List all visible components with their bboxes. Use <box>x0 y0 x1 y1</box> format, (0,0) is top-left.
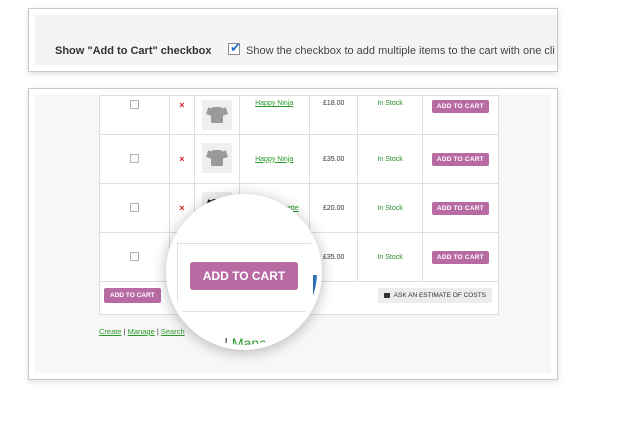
add-to-cart-button[interactable]: ADD TO CART <box>431 152 489 166</box>
product-price: £18.00 <box>322 100 345 107</box>
ask-estimate-button[interactable]: ASK AN ESTIMATE OF COSTS <box>377 288 492 303</box>
footer-links: Create | Manage | Search <box>99 327 185 336</box>
table-row: × Happy Ninja £35.00 In Stock ADD TO CAR… <box>98 134 500 184</box>
add-to-cart-button[interactable]: ADD TO CART <box>431 100 489 113</box>
product-price: £20.00 <box>322 204 345 212</box>
manage-link[interactable]: Manage <box>128 327 155 336</box>
add-selected-to-cart-button[interactable]: ADD TO CART <box>104 288 161 303</box>
row-checkbox[interactable] <box>130 153 140 163</box>
remove-icon[interactable]: × <box>179 203 184 213</box>
ask-estimate-label: ASK AN ESTIMATE OF COSTS <box>393 292 486 299</box>
add-to-cart-button[interactable]: ADD TO CART <box>431 250 489 264</box>
product-link[interactable]: Happy Ninja <box>255 100 293 107</box>
row-checkbox[interactable] <box>130 251 140 261</box>
stock-status: In Stock <box>377 253 403 261</box>
product-price: £35.00 <box>322 253 345 261</box>
create-link[interactable]: Create <box>99 327 122 336</box>
checkmark-icon: ✔ <box>230 40 241 55</box>
show-add-to-cart-checkbox[interactable]: ✔ <box>228 40 241 55</box>
settings-panel: Show "Add to Cart" checkbox ✔ Show the c… <box>28 8 558 72</box>
setting-description: Show the checkbox to add multiple items … <box>246 45 555 57</box>
setting-label: Show "Add to Cart" checkbox <box>55 45 212 57</box>
row-checkbox[interactable] <box>130 202 140 212</box>
add-to-cart-button[interactable]: ADD TO CART <box>431 201 489 215</box>
product-thumbnail <box>201 100 232 130</box>
magnified-edge <box>313 275 317 295</box>
magnified-grid-line <box>171 243 317 244</box>
magnified-grid-line <box>171 311 317 312</box>
magnified-grid-line <box>177 199 178 305</box>
settings-panel-inner: Show "Add to Cart" checkbox ✔ Show the c… <box>35 15 557 65</box>
stock-status: In Stock <box>377 204 403 212</box>
search-link[interactable]: Search <box>161 327 185 336</box>
magnified-add-to-cart-button[interactable]: ADD TO CART <box>190 262 298 290</box>
product-price: £35.00 <box>322 155 345 163</box>
remove-icon[interactable]: × <box>179 154 184 164</box>
stock-status: In Stock <box>377 155 403 163</box>
remove-icon[interactable]: × <box>179 100 184 110</box>
cart-icon <box>383 292 390 298</box>
tshirt-icon <box>210 107 223 123</box>
row-checkbox[interactable] <box>130 100 140 109</box>
product-thumbnail <box>201 143 232 173</box>
magnifier-lens: ADD TO CART ate | Manage | <box>166 194 322 350</box>
product-link[interactable]: Happy Ninja <box>255 156 293 163</box>
stock-status: In Stock <box>377 100 403 107</box>
table-row: × Happy Ninja £18.00 In Stock ADD TO CAR… <box>98 95 500 135</box>
hoodie-icon <box>210 150 223 166</box>
